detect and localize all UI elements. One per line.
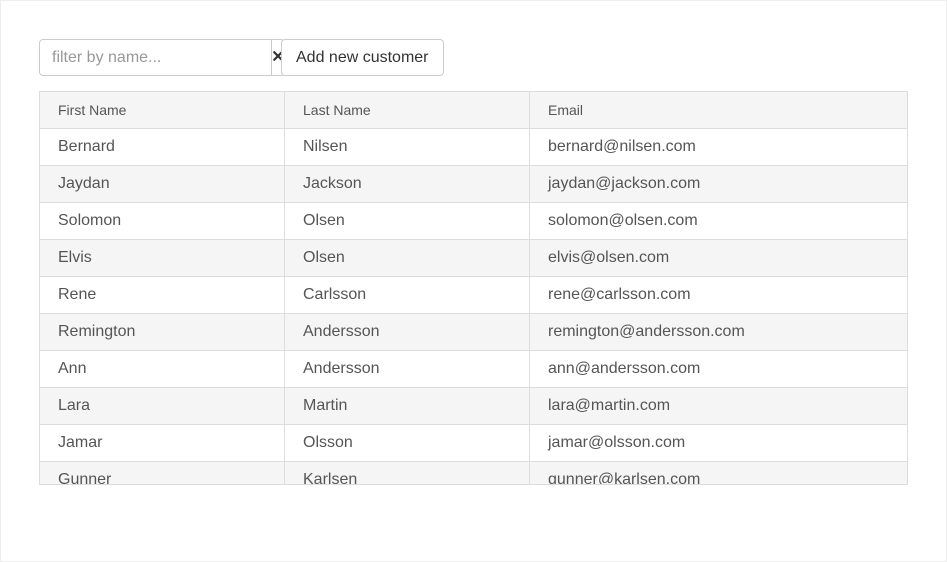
table-header: First Name Last Name Email bbox=[39, 91, 908, 128]
cell-last-name: Olsen bbox=[285, 240, 530, 276]
cell-first-name: Lara bbox=[40, 388, 285, 424]
cell-email: remington@andersson.com bbox=[530, 314, 907, 350]
cell-email: lara@martin.com bbox=[530, 388, 907, 424]
cell-first-name: Jamar bbox=[40, 425, 285, 461]
col-header-last-name[interactable]: Last Name bbox=[285, 92, 530, 128]
table-row[interactable]: JaydanJacksonjaydan@jackson.com bbox=[40, 165, 907, 202]
table-row[interactable]: LaraMartinlara@martin.com bbox=[40, 387, 907, 424]
cell-last-name: Karlsen bbox=[285, 462, 530, 485]
cell-email: ann@andersson.com bbox=[530, 351, 907, 387]
col-header-first-name[interactable]: First Name bbox=[40, 92, 285, 128]
cell-first-name: Bernard bbox=[40, 129, 285, 165]
cell-email: solomon@olsen.com bbox=[530, 203, 907, 239]
filter-input[interactable] bbox=[39, 39, 272, 76]
cell-last-name: Carlsson bbox=[285, 277, 530, 313]
toolbar: Add new customer bbox=[39, 39, 908, 76]
cell-first-name: Rene bbox=[40, 277, 285, 313]
table-row[interactable]: AnnAnderssonann@andersson.com bbox=[40, 350, 907, 387]
cell-first-name: Ann bbox=[40, 351, 285, 387]
cell-first-name: Elvis bbox=[40, 240, 285, 276]
col-header-email[interactable]: Email bbox=[530, 92, 907, 128]
cell-first-name: Remington bbox=[40, 314, 285, 350]
cell-last-name: Olsen bbox=[285, 203, 530, 239]
table-row[interactable]: BernardNilsenbernard@nilsen.com bbox=[40, 128, 907, 165]
cell-email: bernard@nilsen.com bbox=[530, 129, 907, 165]
cell-first-name: Solomon bbox=[40, 203, 285, 239]
table-row[interactable]: GunnerKarlsengunner@karlsen.com bbox=[40, 461, 907, 485]
cell-email: rene@carlsson.com bbox=[530, 277, 907, 313]
table-row[interactable]: SolomonOlsensolomon@olsen.com bbox=[40, 202, 907, 239]
cell-email: elvis@olsen.com bbox=[530, 240, 907, 276]
customers-table: First Name Last Name Email BernardNilsen… bbox=[39, 91, 908, 485]
cell-last-name: Nilsen bbox=[285, 129, 530, 165]
table-row[interactable]: ReneCarlssonrene@carlsson.com bbox=[40, 276, 907, 313]
cell-email: jaydan@jackson.com bbox=[530, 166, 907, 202]
table-row[interactable]: JamarOlssonjamar@olsson.com bbox=[40, 424, 907, 461]
table-row[interactable]: RemingtonAnderssonremington@andersson.co… bbox=[40, 313, 907, 350]
cell-last-name: Jackson bbox=[285, 166, 530, 202]
cell-email: jamar@olsson.com bbox=[530, 425, 907, 461]
cell-first-name: Gunner bbox=[40, 462, 285, 485]
cell-last-name: Olsson bbox=[285, 425, 530, 461]
cell-last-name: Andersson bbox=[285, 351, 530, 387]
table-row[interactable]: ElvisOlsenelvis@olsen.com bbox=[40, 239, 907, 276]
cell-last-name: Martin bbox=[285, 388, 530, 424]
filter-group bbox=[39, 39, 269, 76]
table-body[interactable]: BernardNilsenbernard@nilsen.comJaydanJac… bbox=[39, 128, 908, 485]
cell-first-name: Jaydan bbox=[40, 166, 285, 202]
add-customer-button[interactable]: Add new customer bbox=[281, 39, 444, 76]
cell-last-name: Andersson bbox=[285, 314, 530, 350]
customers-panel: Add new customer First Name Last Name Em… bbox=[0, 0, 947, 562]
cell-email: gunner@karlsen.com bbox=[530, 462, 907, 485]
